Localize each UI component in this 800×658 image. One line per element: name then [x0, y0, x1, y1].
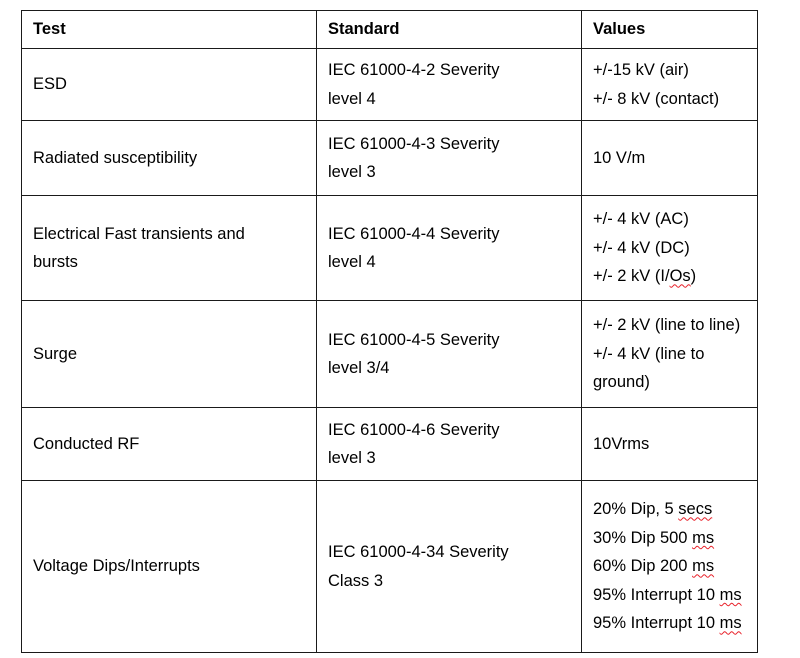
cell-test-lines: Conducted RF [22, 430, 316, 459]
column-header-standard: Standard [316, 10, 582, 49]
cell-text-line: +/- 2 kV (line to line) [593, 316, 741, 335]
cell-test: Voltage Dips/Interrupts [21, 480, 317, 653]
cell-values-lines: +/-15 kV (air) +/- 8 kV (contact) [582, 56, 757, 113]
cell-standard-lines: IEC 61000-4-5 Severity level 3/4 [317, 326, 581, 383]
column-header-standard-label: Standard [328, 20, 400, 39]
cell-text-line: Radiated susceptibility [33, 148, 198, 167]
cell-test-lines: Voltage Dips/Interrupts [22, 552, 316, 581]
cell-values: 10 V/m [581, 120, 758, 196]
cell-test-lines: Electrical Fast transients and bursts [22, 220, 316, 277]
cell-text-line: Electrical Fast transients and [33, 224, 245, 243]
cell-values-lines: +/- 2 kV (line to line) +/- 4 kV (line to… [582, 311, 757, 397]
cell-text-line: +/- 8 kV (contact) [593, 89, 720, 108]
cell-standard: IEC 61000-4-5 Severity level 3/4 [316, 300, 582, 408]
cell-text-line: 30% Dip 500 ms [593, 528, 715, 547]
cell-standard-lines: IEC 61000-4-34 Severity Class 3 [317, 538, 581, 595]
cell-text-line: +/-15 kV (air) [593, 61, 689, 79]
page-root: Test Standard Values ESD IEC 61000-4-2 S… [0, 0, 800, 658]
cell-text-line: IEC 61000-4-4 Severity [328, 224, 500, 243]
column-header-test-label: Test [33, 20, 66, 39]
table-header-row: Test Standard Values [21, 10, 758, 49]
cell-text-line: bursts [33, 253, 78, 271]
cell-values: 10Vrms [581, 407, 758, 481]
spellcheck-flagged-word: Os [669, 267, 691, 286]
cell-test: Radiated susceptibility [21, 120, 317, 196]
cell-standard-lines: IEC 61000-4-3 Severity level 3 [317, 130, 581, 187]
cell-text-line: level 3/4 [328, 359, 390, 377]
emc-test-table: Test Standard Values ESD IEC 61000-4-2 S… [21, 10, 758, 653]
cell-values: +/-15 kV (air) +/- 8 kV (contact) [581, 48, 758, 121]
cell-text-line: IEC 61000-4-6 Severity [328, 420, 500, 439]
table-body: ESD IEC 61000-4-2 Severity level 4 +/-15 … [21, 48, 758, 653]
cell-standard-lines: IEC 61000-4-2 Severity level 4 [317, 56, 581, 113]
cell-text-line: level 4 [328, 253, 376, 271]
table-row: ESD IEC 61000-4-2 Severity level 4 +/-15 … [21, 48, 758, 121]
table-header: Test Standard Values [21, 10, 758, 49]
spellcheck-flagged-word: ms [719, 614, 742, 633]
cell-text-line: +/- 4 kV (AC) [593, 210, 689, 229]
cell-text-line: level 4 [328, 89, 376, 108]
spellcheck-flagged-word: ms [692, 557, 715, 576]
cell-standard: IEC 61000-4-34 Severity Class 3 [316, 480, 582, 653]
cell-text-line: 95% Interrupt 10 ms [593, 585, 742, 604]
column-header-values: Values [581, 10, 758, 49]
cell-text-line: ground) [593, 373, 650, 392]
cell-text-line: +/- 4 kV (DC) [593, 238, 690, 257]
table-row: Surge IEC 61000-4-5 Severity level 3/4 +/… [21, 300, 758, 408]
cell-values: +/- 4 kV (AC) +/- 4 kV (DC) +/- 2 kV (I/Os… [581, 195, 758, 301]
spellcheck-flagged-word: secs [678, 500, 713, 519]
cell-test-lines: Radiated susceptibility [22, 144, 316, 173]
cell-standard-lines: IEC 61000-4-6 Severity level 3 [317, 416, 581, 473]
cell-text-line: +/- 4 kV (line to [593, 344, 705, 363]
cell-values-lines: 10 V/m [582, 144, 757, 173]
cell-values-lines: +/- 4 kV (AC) +/- 4 kV (DC) +/- 2 kV (I/Os… [582, 205, 757, 291]
cell-text-line: IEC 61000-4-2 Severity [328, 61, 500, 79]
cell-standard: IEC 61000-4-4 Severity level 4 [316, 195, 582, 301]
header-cell-test-inner: Test [22, 21, 316, 38]
cell-text-line: Surge [33, 344, 78, 363]
cell-standard: IEC 61000-4-3 Severity level 3 [316, 120, 582, 196]
cell-standard: IEC 61000-4-6 Severity level 3 [316, 407, 582, 481]
cell-text-line: level 3 [328, 449, 376, 467]
cell-text-line: IEC 61000-4-5 Severity [328, 330, 500, 349]
cell-test: Surge [21, 300, 317, 408]
cell-test-lines: Surge [22, 340, 316, 369]
cell-text-line: Class 3 [328, 571, 384, 590]
cell-test: Electrical Fast transients and bursts [21, 195, 317, 301]
spellcheck-flagged-word: ms [692, 528, 715, 547]
cell-text-line: IEC 61000-4-34 Severity [328, 543, 509, 561]
cell-test: ESD [21, 48, 317, 121]
cell-text-line: Voltage Dips/Interrupts [33, 557, 200, 576]
cell-text-line: 95% Interrupt 10 ms [593, 614, 742, 633]
cell-text-line: +/- 2 kV (I/Os) [593, 267, 697, 286]
cell-test: Conducted RF [21, 407, 317, 481]
spellcheck-flagged-word: ms [719, 585, 742, 604]
cell-values: +/- 2 kV (line to line) +/- 4 kV (line to… [581, 300, 758, 408]
cell-test-lines: ESD [22, 70, 316, 99]
cell-text-line: level 3 [328, 163, 376, 181]
cell-text-line: 60% Dip 200 ms [593, 557, 715, 576]
cell-text-line: ESD [33, 75, 67, 94]
table-row: Conducted RF IEC 61000-4-6 Severity level… [21, 407, 758, 481]
cell-values-lines: 20% Dip, 5 secs 30% Dip 500 ms 60% Dip 200… [582, 495, 757, 638]
cell-text-line: 10Vrms [593, 434, 650, 453]
cell-standard: IEC 61000-4-2 Severity level 4 [316, 48, 582, 121]
column-header-test: Test [21, 10, 317, 49]
header-cell-standard-inner: Standard [317, 21, 581, 38]
table-row: Electrical Fast transients and bursts IEC… [21, 195, 758, 301]
table-row: Voltage Dips/Interrupts IEC 61000-4-34 S… [21, 480, 758, 653]
cell-standard-lines: IEC 61000-4-4 Severity level 4 [317, 220, 581, 277]
cell-values-lines: 10Vrms [582, 430, 757, 459]
cell-text-line: IEC 61000-4-3 Severity [328, 134, 500, 153]
cell-text-line: Conducted RF [33, 434, 140, 453]
cell-text-line: 10 V/m [593, 148, 646, 167]
cell-values: 20% Dip, 5 secs 30% Dip 500 ms 60% Dip 200… [581, 480, 758, 653]
header-cell-values-inner: Values [582, 21, 757, 38]
column-header-values-label: Values [593, 20, 646, 39]
table-row: Radiated susceptibility IEC 61000-4-3 Se… [21, 120, 758, 196]
cell-text-line: 20% Dip, 5 secs [593, 500, 713, 519]
